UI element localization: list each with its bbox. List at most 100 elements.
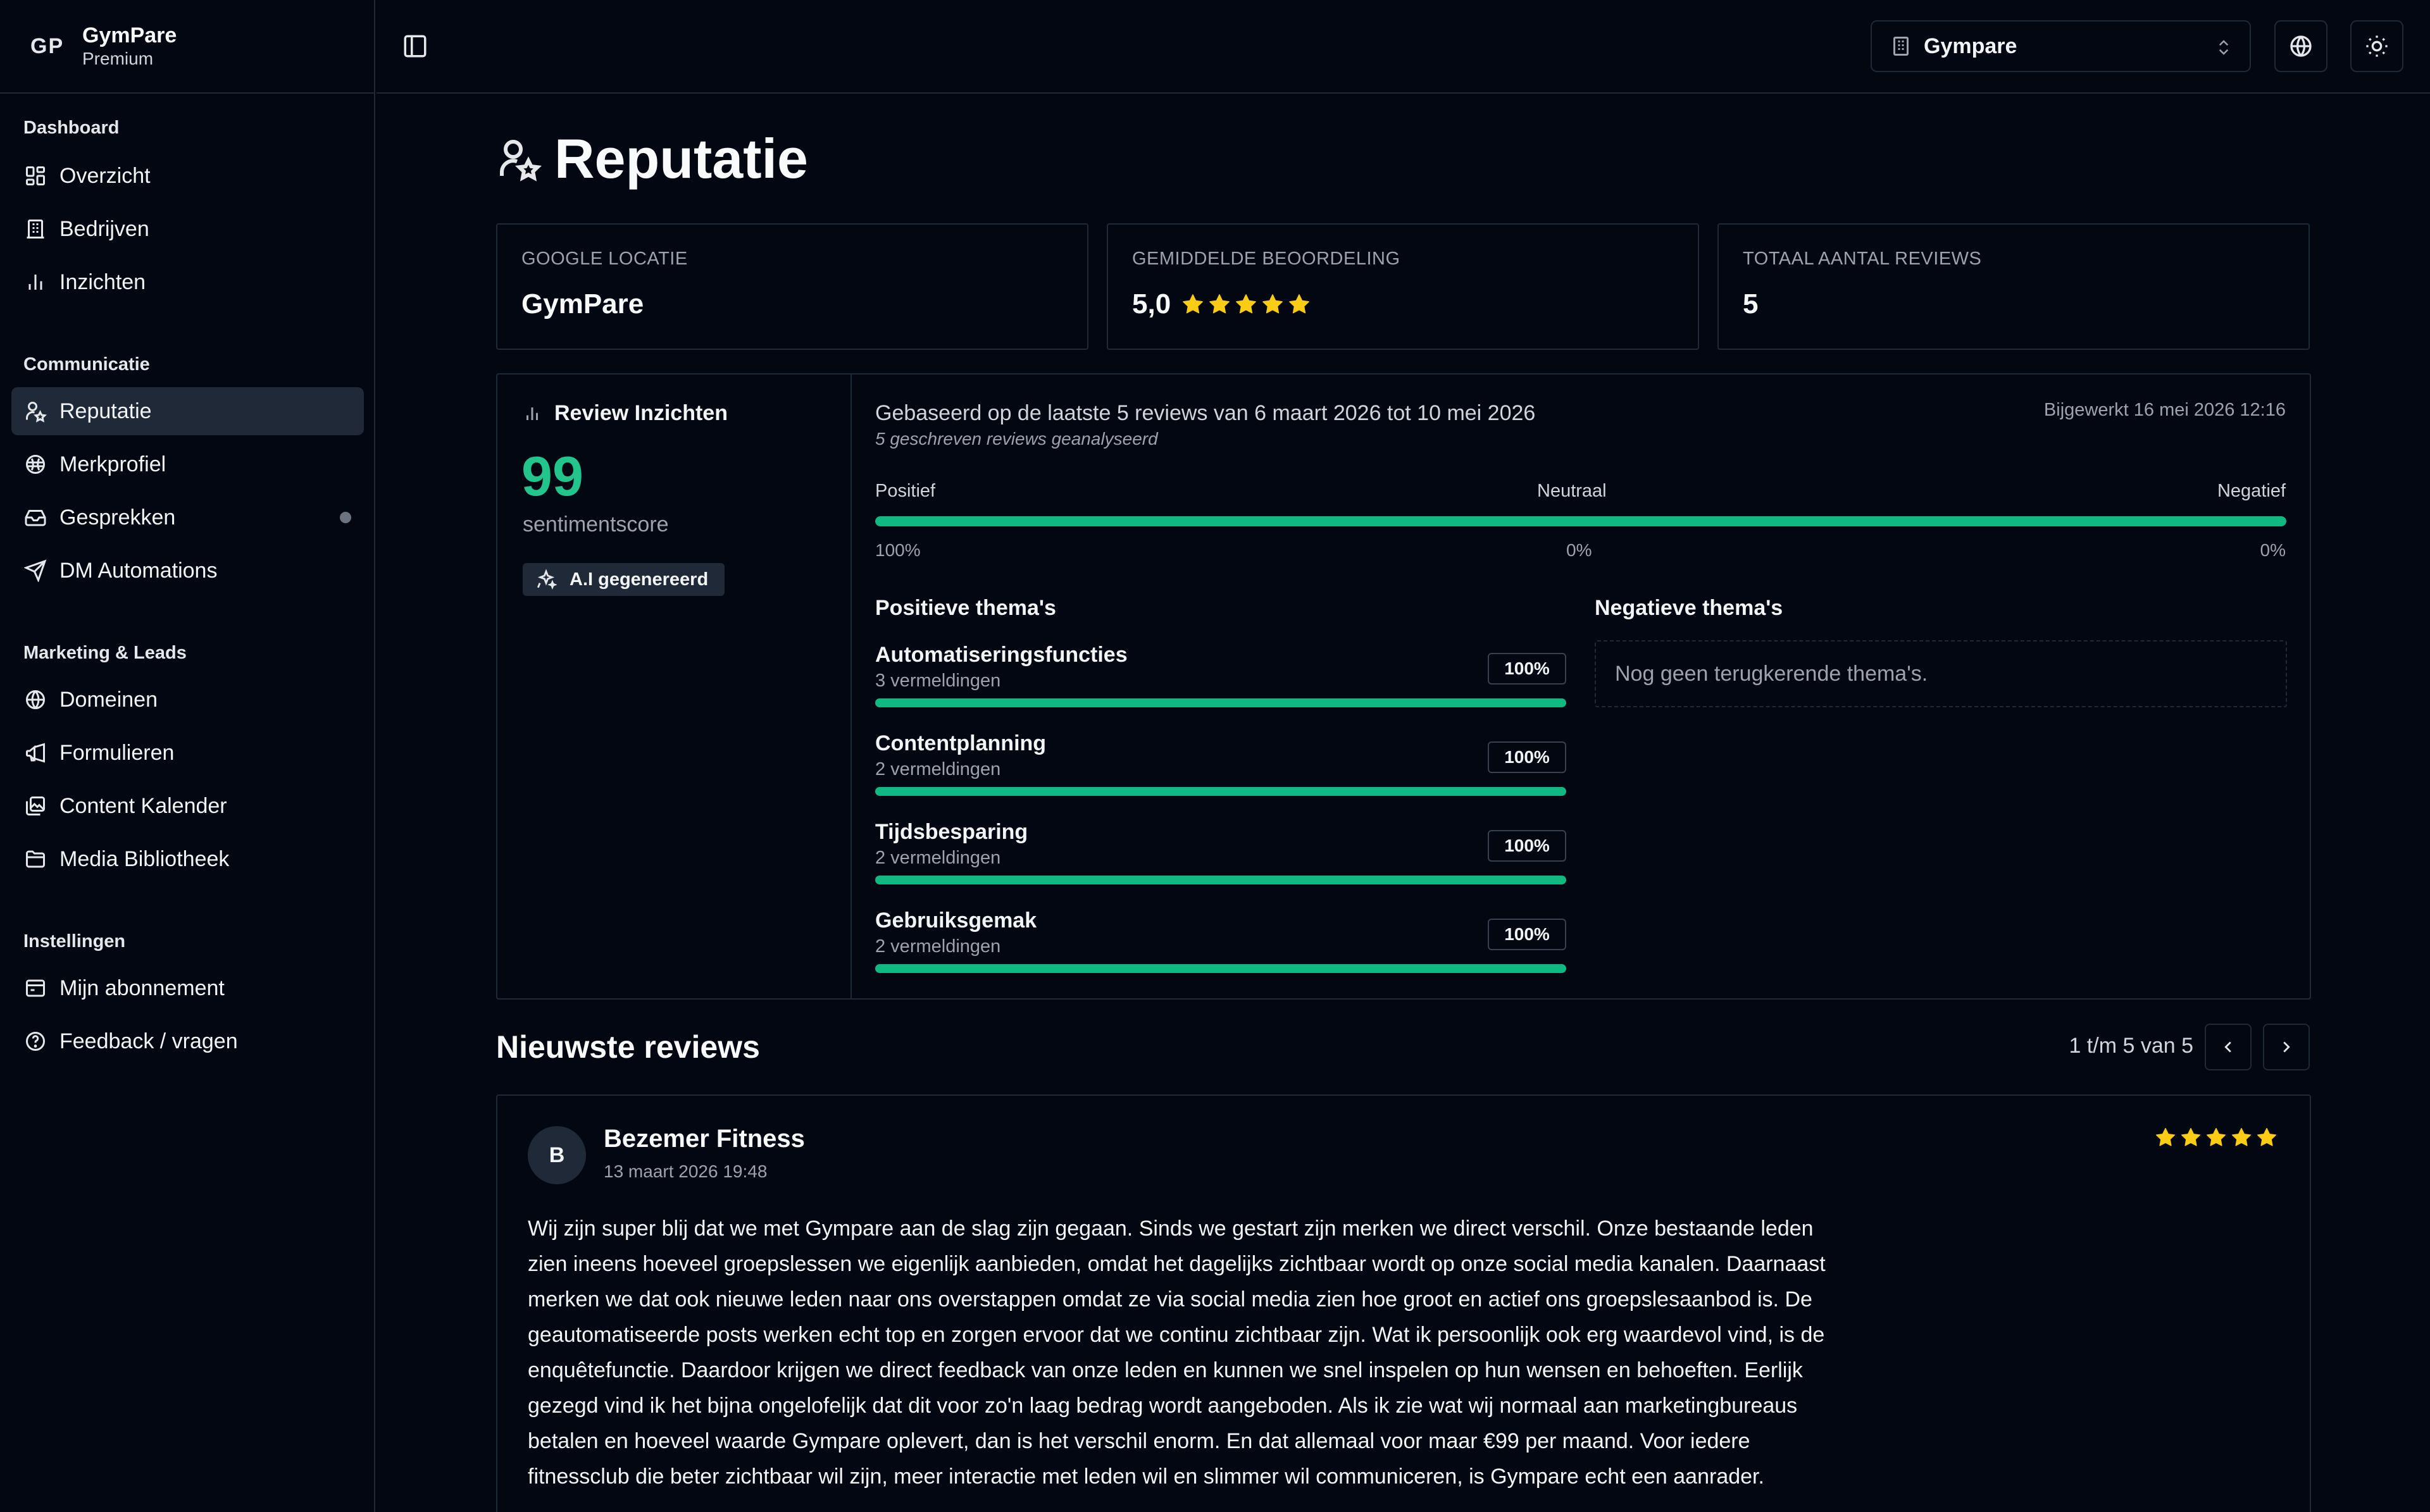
sidebar-item-reputatie[interactable]: Reputatie xyxy=(11,387,364,435)
sidebar-item-label: Mijn abonnement xyxy=(59,976,225,1000)
sentiment-positive-label: Positief xyxy=(875,481,936,501)
theme-pct-badge: 100% xyxy=(1488,741,1566,773)
theme-bar-fill xyxy=(875,698,1566,707)
sidebar-item-overzicht[interactable]: Overzicht xyxy=(11,152,364,200)
sidebar-item-feedback[interactable]: Feedback / vragen xyxy=(11,1017,364,1065)
reviewer-name: Bezemer Fitness xyxy=(604,1125,805,1153)
sidebar-item-domeinen[interactable]: Domeinen xyxy=(11,676,364,724)
stat-value: GymPare xyxy=(521,288,644,319)
theme-name: Gebruiksgemak xyxy=(875,908,1037,933)
sidebar-item-inzichten[interactable]: Inzichten xyxy=(11,258,364,306)
building-icon xyxy=(27,220,44,239)
review-date: 13 maart 2026 19:48 xyxy=(604,1162,768,1181)
globe-icon xyxy=(2290,35,2312,57)
ai-generated-badge: A.I gegenereerd xyxy=(523,563,725,596)
brand-name: GymPare xyxy=(82,23,177,47)
sidebar-item-label: Overzicht xyxy=(59,163,151,188)
sidebar-item-gesprekken[interactable]: Gesprekken xyxy=(11,493,364,542)
theme-item: Automatiseringsfuncties 3 vermeldingen 1… xyxy=(875,643,1566,731)
sidebar-item-label: Content Kalender xyxy=(59,793,227,818)
stat-card-rating: GEMIDDELDE BEOORDELING 5,0 xyxy=(1107,223,1699,350)
bar-chart-icon xyxy=(526,407,538,420)
sentiment-neutral-pct: 0% xyxy=(1566,540,1592,560)
sidebar-item-label: Formulieren xyxy=(59,740,175,765)
sentiment-neutral-label: Neutraal xyxy=(1537,481,1607,501)
bar-chart-icon xyxy=(28,275,42,290)
sentiment-positive-pct: 100% xyxy=(875,540,921,560)
language-button[interactable] xyxy=(2274,20,2327,72)
sidebar-item-bedrijven[interactable]: Bedrijven xyxy=(11,205,364,253)
nav-group-marketing: Marketing & Leads xyxy=(23,643,187,663)
theme-item: Tijdsbesparing 2 vermeldingen 100% xyxy=(875,820,1566,908)
nav-group-dashboard: Dashboard xyxy=(23,118,120,138)
theme-pct-badge: 100% xyxy=(1488,653,1566,685)
sidebar-item-label: Merkprofiel xyxy=(59,452,166,476)
folder-icon xyxy=(26,850,45,868)
user-star-icon xyxy=(500,140,542,182)
stat-card-total: TOTAAL AANTAL REVIEWS 5 xyxy=(1717,223,2310,350)
sidebar-item-formulieren[interactable]: Formulieren xyxy=(11,729,364,777)
sidebar-item-mijn-abonnement[interactable]: Mijn abonnement xyxy=(11,964,364,1012)
sentiment-bar-fill xyxy=(875,516,2286,526)
theme-bar xyxy=(875,876,1566,884)
company-select[interactable]: Gympare xyxy=(1871,20,2251,72)
brand-plan: Premium xyxy=(82,49,154,68)
sentiment-negative-pct: 0% xyxy=(2260,540,2286,560)
theme-toggle-button[interactable] xyxy=(2350,20,2403,72)
theme-count: 2 vermeldingen xyxy=(875,848,1001,868)
sidebar-item-label: Domeinen xyxy=(59,687,158,712)
sidebar-toggle-icon[interactable] xyxy=(402,33,428,59)
pager-prev-button[interactable] xyxy=(2205,1024,2252,1070)
sidebar-item-content-kalender[interactable]: Content Kalender xyxy=(11,782,364,830)
star-icon xyxy=(1262,294,1283,314)
company-select-value: Gympare xyxy=(1924,34,2017,58)
theme-bar xyxy=(875,698,1566,707)
layout-dashboard-icon xyxy=(26,166,45,185)
theme-count: 2 vermeldingen xyxy=(875,759,1001,779)
send-icon xyxy=(24,559,47,582)
review-card: B Bezemer Fitness 13 maart 2026 19:48 Wi… xyxy=(496,1094,2311,1512)
pager-next-button[interactable] xyxy=(2263,1024,2310,1070)
ai-badge-label: A.I gegenereerd xyxy=(570,569,709,590)
chevrons-up-down-icon xyxy=(2219,40,2229,55)
rating-stars xyxy=(1181,292,1314,316)
star-icon xyxy=(2156,1128,2175,1146)
brand[interactable]: GP GymPare Premium xyxy=(0,0,374,94)
stat-label: GEMIDDELDE BEOORDELING xyxy=(1132,249,1400,269)
stat-label: TOTAAL AANTAL REVIEWS xyxy=(1743,249,1982,269)
rating-value: 5,0 xyxy=(1132,288,1171,319)
sentiment-bar xyxy=(875,516,2286,526)
star-icon xyxy=(2181,1128,2200,1146)
globe-icon xyxy=(26,690,45,709)
insights-description: Gebaseerd op de laatste 5 reviews van 6 … xyxy=(875,401,1536,425)
sidebar-item-label: Inzichten xyxy=(59,270,146,294)
chevron-right-icon xyxy=(2283,1041,2290,1053)
insights-title: Review Inzichten xyxy=(523,401,728,426)
sidebar: GP GymPare Premium Dashboard Overzicht B… xyxy=(0,0,375,1512)
sentiment-score-label: sentimentscore xyxy=(523,512,669,536)
sidebar-item-label: DM Automations xyxy=(59,558,218,583)
review-text: Wij zijn super blij dat we met Gympare a… xyxy=(528,1217,1826,1489)
sentiment-negative-label: Negatief xyxy=(2217,481,2286,501)
avatar: B xyxy=(528,1126,586,1184)
reviews-title: Nieuwste reviews xyxy=(496,1029,760,1065)
unread-dot xyxy=(340,512,351,523)
nav-group-communicatie: Communicatie xyxy=(23,354,150,375)
theme-bar-fill xyxy=(875,964,1566,973)
theme-name: Automatiseringsfuncties xyxy=(875,643,1128,667)
theme-item: Contentplanning 2 vermeldingen 100% xyxy=(875,731,1566,820)
page-title-text: Reputatie xyxy=(554,127,808,190)
sidebar-item-merkprofiel[interactable]: Merkprofiel xyxy=(11,440,364,488)
sidebar-item-dm-automations[interactable]: DM Automations xyxy=(11,547,364,595)
sidebar-item-media-bibliotheek[interactable]: Media Bibliotheek xyxy=(11,835,364,883)
page-title: Reputatie xyxy=(496,127,808,191)
star-icon xyxy=(1236,294,1257,314)
theme-pct-badge: 100% xyxy=(1488,830,1566,862)
insights-subdescription: 5 geschreven reviews geanalyseerd xyxy=(875,429,1158,449)
chevron-left-icon xyxy=(2224,1041,2231,1053)
megaphone-icon xyxy=(26,743,45,763)
inbox-icon xyxy=(25,510,46,526)
theme-bar-fill xyxy=(875,787,1566,796)
positive-themes-heading: Positieve thema's xyxy=(875,596,1056,620)
star-icon xyxy=(1209,294,1230,314)
